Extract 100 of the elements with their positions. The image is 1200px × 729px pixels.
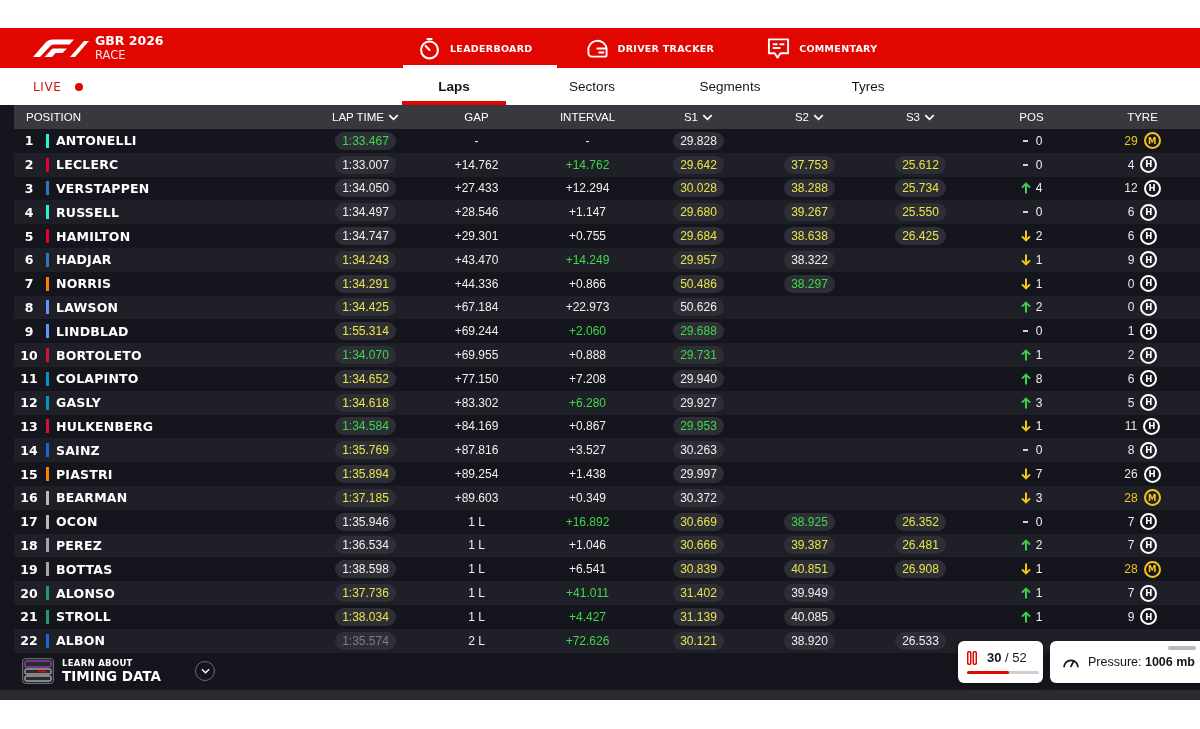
position-number: 13 [20,418,38,434]
driver-name: ANTONELLI [55,133,137,149]
column-header[interactable]: S2 [754,105,865,129]
gap-value: +29.301 [454,229,499,244]
tyre-compound: M [1143,560,1161,578]
interval-value: +1.147 [568,205,606,220]
sector-time: 30.839 [673,560,724,579]
position-change: 3 [1035,490,1043,505]
gap-value: 1 L [468,514,485,529]
position-number: 1 [24,133,34,149]
tyre-laps: 7 [1127,586,1135,601]
driver-name: ALBON [55,633,106,649]
tyre-compound: H [1143,465,1161,483]
tyre-compound: H [1140,441,1158,459]
position-number: 21 [20,609,38,625]
view-tab[interactable]: Tyres [816,68,920,105]
driver-name: PEREZ [55,537,102,553]
position-number: 3 [24,181,34,196]
tyre-compound: H [1143,417,1161,435]
position-change: 0 [1035,133,1043,148]
lap-time: 1:35.946 [335,512,396,531]
timing-data-title: TIMING DATA [62,668,161,685]
sector-time: 29.642 [673,155,724,174]
driver-name: STROLL [55,609,111,625]
sector-time: 30.028 [673,179,724,198]
lap-time: 1:34.747 [335,227,396,246]
tyre-laps: 9 [1127,609,1135,624]
position-number: 19 [20,561,38,577]
column-header: GAP [463,110,490,125]
session-label: RACE [95,47,126,63]
column-header: POSITION [25,110,82,125]
tyre-laps: 6 [1127,371,1135,386]
interval-value: +1.438 [568,467,606,482]
sector-time: 31.402 [673,584,724,603]
position-number: 6 [24,252,34,268]
lap-time: 1:35.769 [335,441,396,460]
gap-value: 1 L [468,609,485,624]
lap-time: 1:36.534 [335,536,396,555]
position-number: 2 [24,157,34,173]
interval-value: +14.762 [565,157,610,172]
position-change: 2 [1035,229,1043,244]
position-number: 18 [20,537,38,553]
gap-value: +44.336 [454,276,499,291]
tyre-laps: 9 [1127,252,1135,267]
position-number: 10 [20,347,38,363]
tyre-compound: H [1143,180,1161,197]
column-header[interactable]: S1 [643,105,754,129]
sector-time: 40.085 [784,607,835,626]
tyre-laps: 2 [1127,348,1135,363]
sector-time: 29.731 [673,346,724,365]
lap-time: 1:55.314 [335,322,396,341]
interval-value: - [585,133,590,148]
sector-time: 26.352 [895,512,946,531]
position-change: 1 [1035,348,1043,363]
lap-time: 1:37.736 [335,584,396,603]
interval-value: +72.626 [565,633,610,648]
pause-icon[interactable] [967,650,977,665]
sector-time: 29.828 [673,131,724,150]
position-change: 3 [1035,395,1043,410]
drag-handle[interactable] [1168,646,1196,650]
tyre-laps: 7 [1127,538,1135,553]
gap-value: +43.470 [454,252,499,267]
tyre-compound: M [1143,489,1161,507]
position-change: 1 [1035,562,1043,577]
column-header[interactable]: LAP TIME [310,105,421,129]
app-logo [33,39,89,57]
position-change: 2 [1035,538,1043,553]
tyre-laps: 29 [1124,133,1138,148]
nav-tab[interactable]: DRIVER TRACKER [570,28,739,68]
interval-value: +6.280 [568,395,606,410]
lap-time: 1:34.652 [335,369,396,388]
driver-name: ALONSO [55,585,116,601]
interval-value: +16.892 [565,514,610,529]
view-tab[interactable]: Segments [678,68,782,105]
driver-name: NORRIS [55,276,112,292]
interval-value: +4.427 [568,609,606,624]
sector-time: 26.533 [895,631,946,650]
tyre-laps: 4 [1127,157,1135,172]
nav-tab[interactable]: COMMENTARY [752,28,902,68]
position-change: 1 [1035,609,1043,624]
driver-name: COLAPINTO [55,371,139,387]
lap-count: 30 / 52 [987,650,1027,665]
tyre-laps: 1 [1127,324,1135,339]
tyre-laps: 28 [1124,562,1138,577]
sector-time: 26.425 [895,227,946,246]
lap-time: 1:35.574 [335,631,396,650]
tyre-compound: H [1140,346,1158,364]
sector-time: 38.322 [784,250,835,269]
column-header[interactable]: S3 [865,105,976,129]
tyre-compound: H [1140,584,1158,602]
sector-time: 30.121 [673,631,724,650]
position-number: 12 [20,395,38,411]
lap-time: 1:35.894 [335,465,396,484]
driver-name: BOTTAS [55,561,113,577]
driver-name: LINDBLAD [55,323,129,339]
position-number: 5 [24,228,34,244]
gap-value: 1 L [468,538,485,553]
view-tab[interactable]: Sectors [540,68,644,105]
sector-time: 38.925 [784,512,835,531]
sector-time: 30.669 [673,512,724,531]
